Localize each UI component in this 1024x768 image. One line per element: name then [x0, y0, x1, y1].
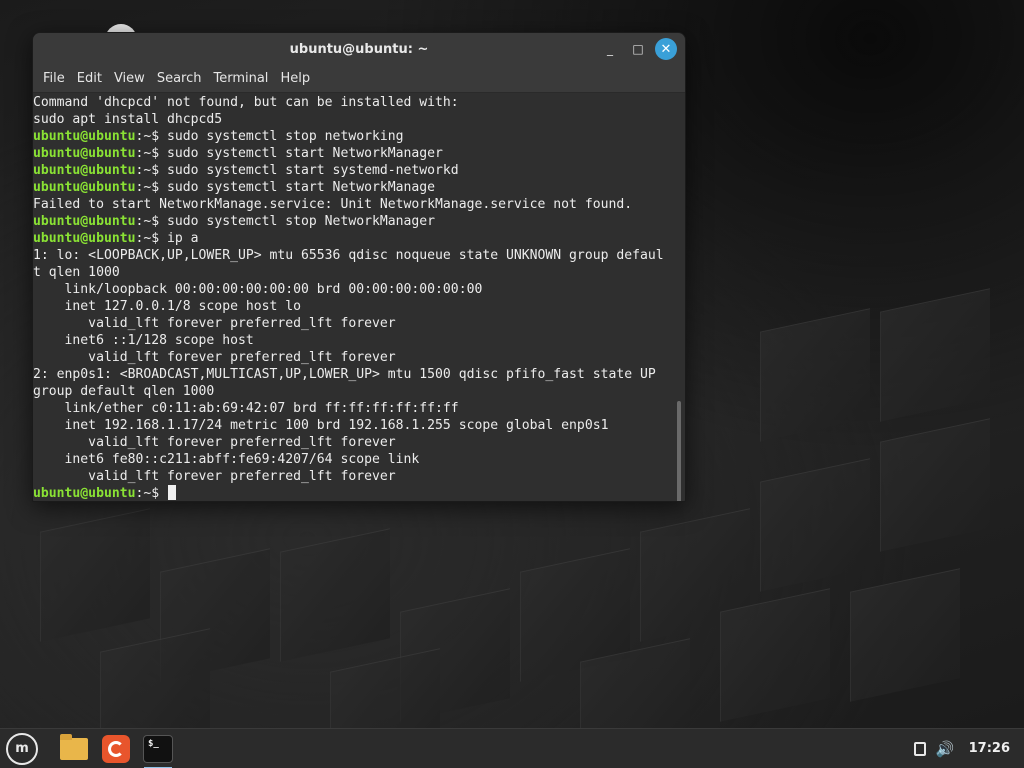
menu-help[interactable]: Help — [274, 65, 316, 93]
clock[interactable]: 17:26 — [969, 741, 1010, 756]
terminal-line: inet6 fe80::c211:abff:fe69:4207/64 scope… — [33, 451, 685, 468]
prompt-user-host: ubuntu@ubuntu — [33, 214, 136, 229]
window-controls: _ □ ✕ — [599, 38, 677, 60]
terminal-line: ubuntu@ubuntu:~$ sudo systemctl start sy… — [33, 162, 685, 179]
menu-view[interactable]: View — [108, 65, 151, 93]
prompt-user-host: ubuntu@ubuntu — [33, 486, 136, 501]
menu-bar: File Edit View Search Terminal Help — [33, 65, 685, 93]
terminal-icon: $_ — [143, 734, 173, 763]
terminal-line: inet6 ::1/128 scope host — [33, 332, 685, 349]
output-text: Failed to start NetworkManage.service: U… — [33, 197, 633, 212]
output-text: inet6 fe80::c211:abff:fe69:4207/64 scope… — [33, 452, 420, 467]
command-text: :~$ ip a — [135, 231, 199, 246]
close-button[interactable]: ✕ — [655, 38, 677, 60]
menu-edit[interactable]: Edit — [71, 65, 108, 93]
command-text: :~$ sudo systemctl stop networking — [135, 129, 404, 144]
output-text: link/loopback 00:00:00:00:00:00 brd 00:0… — [33, 282, 483, 297]
system-tray: 🔊 17:26 — [913, 740, 1024, 758]
terminal-line: valid_lft forever preferred_lft forever — [33, 468, 685, 485]
mint-menu-icon[interactable]: m — [6, 732, 38, 765]
output-text: valid_lft forever preferred_lft forever — [33, 435, 396, 450]
terminal-line: ubuntu@ubuntu:~$ sudo systemctl start Ne… — [33, 145, 685, 162]
terminal-line: ubuntu@ubuntu:~$ sudo systemctl stop Net… — [33, 213, 685, 230]
output-text: group default qlen 1000 — [33, 384, 215, 399]
terminal-line: group default qlen 1000 — [33, 383, 685, 400]
terminal-launcher[interactable]: $_ — [140, 729, 176, 768]
terminal-line: ubuntu@ubuntu:~$ ip a — [33, 230, 685, 247]
command-text: :~$ — [135, 486, 168, 501]
minimize-button[interactable]: _ — [599, 38, 621, 60]
output-text: valid_lft forever preferred_lft forever — [33, 316, 396, 331]
terminal-line: link/loopback 00:00:00:00:00:00 brd 00:0… — [33, 281, 685, 298]
firefox-icon — [102, 734, 130, 763]
output-text: Command 'dhcpcd' not found, but can be i… — [33, 95, 459, 110]
folder-icon — [60, 733, 88, 760]
command-text: :~$ sudo systemctl start NetworkManager — [135, 146, 443, 161]
terminal-line: 1: lo: <LOOPBACK,UP,LOWER_UP> mtu 65536 … — [33, 247, 685, 264]
menu-search[interactable]: Search — [151, 65, 208, 93]
text-cursor — [168, 485, 177, 500]
command-text: :~$ sudo systemctl start NetworkManage — [135, 180, 436, 195]
terminal-line: ubuntu@ubuntu:~$ sudo systemctl start Ne… — [33, 179, 685, 196]
maximize-button[interactable]: □ — [627, 38, 649, 60]
command-text: :~$ sudo systemctl stop NetworkManager — [135, 214, 436, 229]
task-launchers: $_ — [56, 729, 176, 768]
terminal-line: inet 127.0.0.1/8 scope host lo — [33, 298, 685, 315]
terminal-scrollbar[interactable] — [677, 401, 681, 501]
terminal-line: sudo apt install dhcpcd5 — [33, 111, 685, 128]
output-text: sudo apt install dhcpcd5 — [33, 112, 223, 127]
files-launcher[interactable] — [56, 729, 92, 768]
terminal-line: Failed to start NetworkManage.service: U… — [33, 196, 685, 213]
terminal-line: valid_lft forever preferred_lft forever — [33, 315, 685, 332]
prompt-user-host: ubuntu@ubuntu — [33, 180, 136, 195]
volume-icon[interactable]: 🔊 — [936, 740, 955, 758]
window-titlebar[interactable]: ubuntu@ubuntu: ~ _ □ ✕ — [33, 33, 685, 65]
clipboard-icon[interactable] — [913, 741, 926, 756]
prompt-user-host: ubuntu@ubuntu — [33, 163, 136, 178]
output-text: valid_lft forever preferred_lft forever — [33, 469, 396, 484]
output-text: t qlen 1000 — [33, 265, 120, 280]
terminal-window: ubuntu@ubuntu: ~ _ □ ✕ File Edit View Se… — [32, 32, 686, 502]
menu-terminal[interactable]: Terminal — [207, 65, 274, 93]
terminal-line: ubuntu@ubuntu:~$ sudo systemctl stop net… — [33, 128, 685, 145]
terminal-line: valid_lft forever preferred_lft forever — [33, 349, 685, 366]
terminal-line: ubuntu@ubuntu:~$ — [33, 485, 685, 501]
prompt-user-host: ubuntu@ubuntu — [33, 129, 136, 144]
output-text: 2: enp0s1: <BROADCAST,MULTICAST,UP,LOWER… — [33, 367, 656, 382]
terminal-line: valid_lft forever preferred_lft forever — [33, 434, 685, 451]
output-text: inet6 ::1/128 scope host — [33, 333, 254, 348]
prompt-user-host: ubuntu@ubuntu — [33, 231, 136, 246]
terminal-line: t qlen 1000 — [33, 264, 685, 281]
terminal-line: Command 'dhcpcd' not found, but can be i… — [33, 94, 685, 111]
output-text: inet 127.0.0.1/8 scope host lo — [33, 299, 302, 314]
firefox-launcher[interactable] — [98, 729, 134, 768]
output-text: 1: lo: <LOOPBACK,UP,LOWER_UP> mtu 65536 … — [33, 248, 664, 263]
terminal-output[interactable]: Command 'dhcpcd' not found, but can be i… — [33, 93, 685, 501]
terminal-line: 2: enp0s1: <BROADCAST,MULTICAST,UP,LOWER… — [33, 366, 685, 383]
terminal-line: link/ether c0:11:ab:69:42:07 brd ff:ff:f… — [33, 400, 685, 417]
taskbar: m $_ 🔊 17:26 — [0, 728, 1024, 768]
output-text: inet 192.168.1.17/24 metric 100 brd 192.… — [33, 418, 609, 433]
terminal-line: inet 192.168.1.17/24 metric 100 brd 192.… — [33, 417, 685, 434]
prompt-user-host: ubuntu@ubuntu — [33, 146, 136, 161]
command-text: :~$ sudo systemctl start systemd-network… — [135, 163, 459, 178]
output-text: link/ether c0:11:ab:69:42:07 brd ff:ff:f… — [33, 401, 459, 416]
output-text: valid_lft forever preferred_lft forever — [33, 350, 396, 365]
window-title: ubuntu@ubuntu: ~ — [289, 41, 429, 57]
menu-file[interactable]: File — [37, 65, 71, 93]
